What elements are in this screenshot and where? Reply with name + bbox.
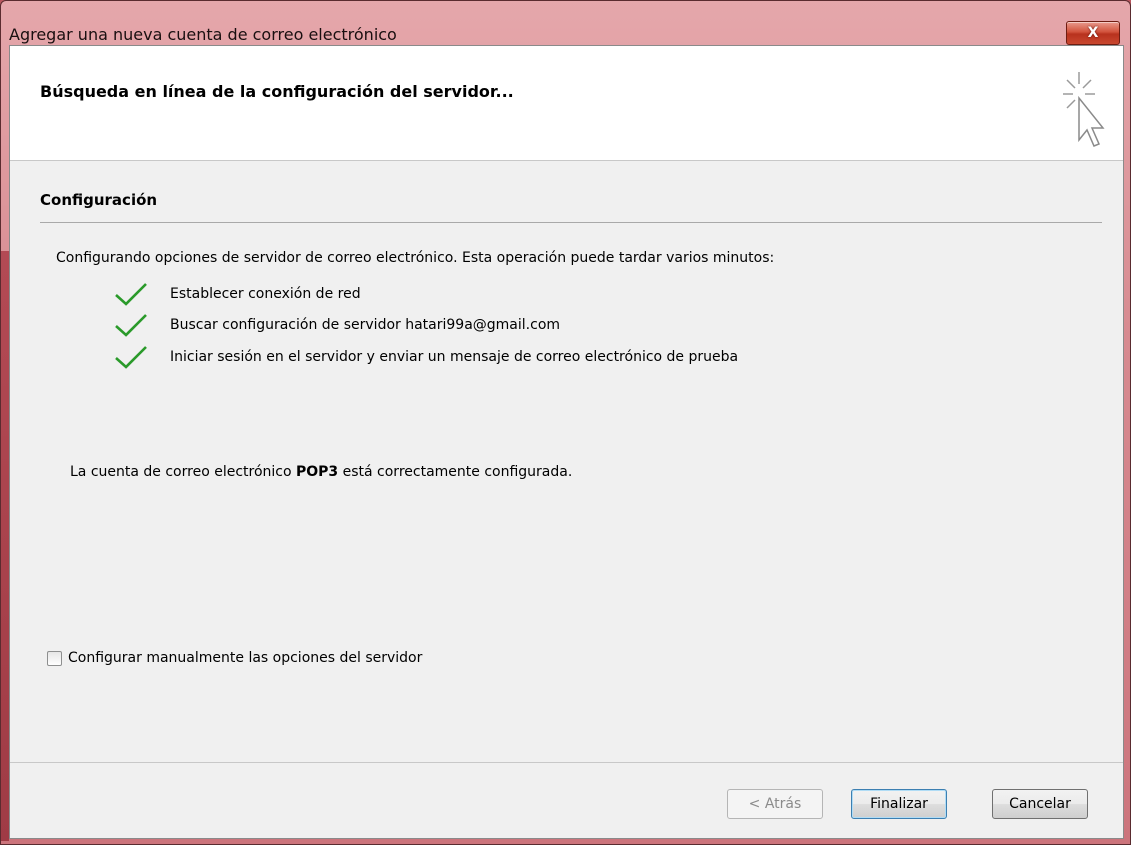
manual-config-checkbox[interactable] (47, 650, 62, 666)
result-prefix: La cuenta de correo electrónico (70, 464, 296, 480)
step-label: Iniciar sesión en el servidor y enviar u… (170, 349, 739, 365)
checkmark-icon (115, 283, 147, 306)
dialog-window: Agregar una nueva cuenta de correo elect… (0, 0, 1131, 845)
step-item: Iniciar sesión en el servidor y enviar u… (114, 342, 738, 372)
step-item: Buscar configuración de servidor hatari9… (114, 310, 560, 340)
intro-text: Configurando opciones de servidor de cor… (56, 250, 775, 266)
result-message: La cuenta de correo electrónico POP3 est… (70, 464, 572, 480)
header-title: Búsqueda en línea de la configuración de… (40, 82, 514, 101)
manual-config-option[interactable]: Configurar manualmente las opciones del … (47, 650, 422, 666)
footer-divider (10, 762, 1123, 763)
step-item: Establecer conexión de red (114, 279, 361, 309)
result-suffix: está correctamente configurada. (338, 464, 573, 480)
step-label: Buscar configuración de servidor hatari9… (170, 317, 561, 333)
wizard-header: Búsqueda en línea de la configuración de… (10, 46, 1123, 161)
checkmark-icon (115, 314, 147, 337)
title-bar[interactable]: Agregar una nueva cuenta de correo elect… (1, 1, 1130, 45)
cancel-button[interactable]: Cancelar (992, 789, 1088, 819)
finish-button[interactable]: Finalizar (851, 789, 947, 819)
cursor-sparkle-icon (1063, 72, 1105, 147)
close-icon: X (1087, 25, 1099, 41)
close-button[interactable]: X (1066, 21, 1120, 45)
checkmark-icon (115, 346, 147, 369)
manual-config-label[interactable]: Configurar manualmente las opciones del … (68, 650, 422, 666)
back-button[interactable]: < Atrás (727, 789, 823, 819)
step-label: Establecer conexión de red (170, 286, 361, 302)
section-divider (40, 222, 1102, 223)
dialog-client-area: Búsqueda en línea de la configuración de… (9, 45, 1124, 839)
section-title: Configuración (40, 191, 158, 209)
account-type: POP3 (296, 464, 339, 480)
window-edge (1, 251, 9, 841)
window-title: Agregar una nueva cuenta de correo elect… (9, 25, 397, 44)
